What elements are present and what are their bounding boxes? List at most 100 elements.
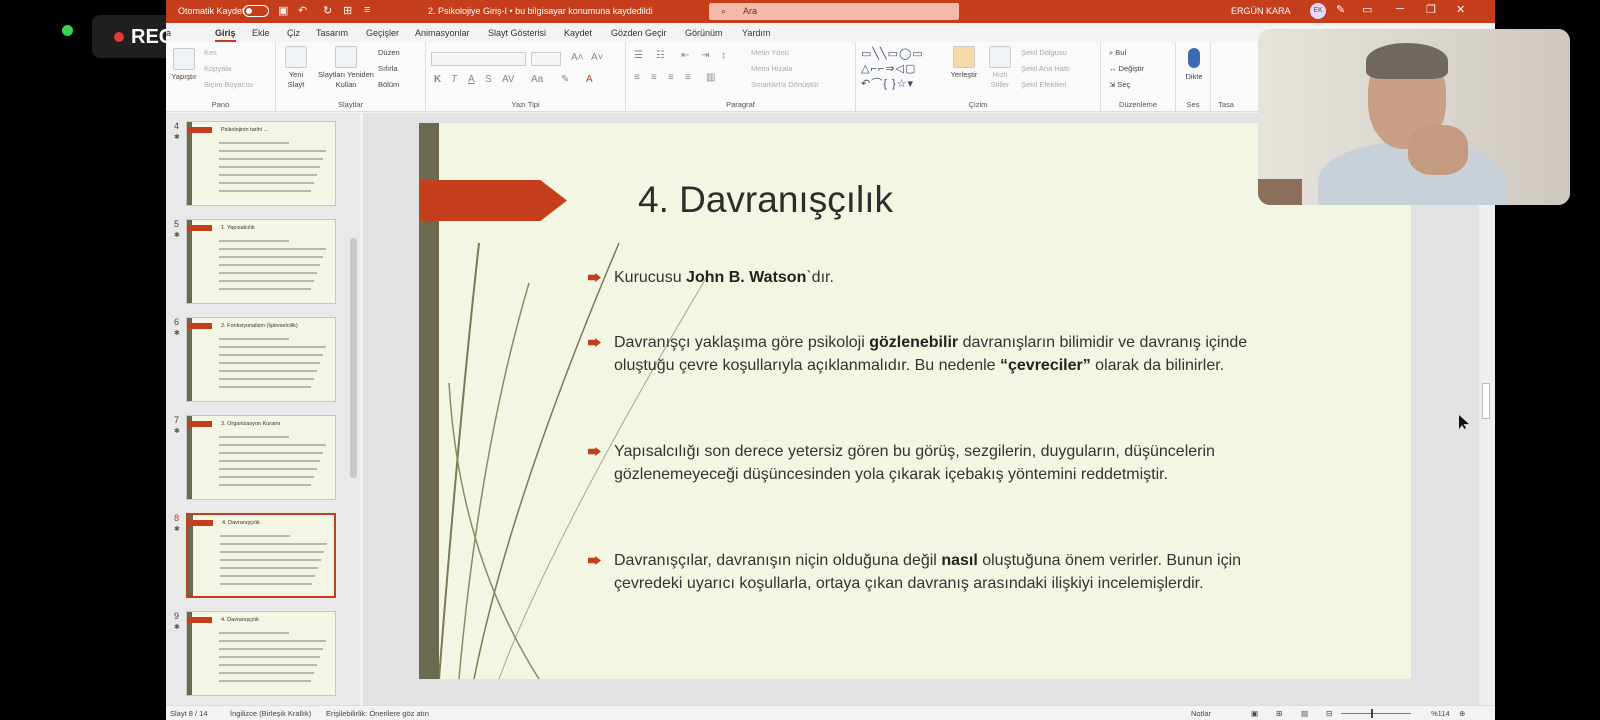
undo-icon[interactable]: ↶ [298,4,307,17]
zoom-slider-thumb[interactable] [1371,709,1373,718]
justify-icon[interactable]: ≡ [685,72,691,83]
tab-insert[interactable]: Ekle [252,28,270,38]
bullet-bold-run: nasıl [941,552,978,569]
tab-transitions[interactable]: Geçişler [366,28,399,38]
slide-title[interactable]: 4. Davranışçılık [638,179,893,221]
slide-thumbnail[interactable]: 1. Yapısalcılık [186,219,336,304]
shrink-font-icon[interactable]: A˅ [591,52,604,63]
layout-button[interactable]: Düzen [378,48,400,57]
case-icon[interactable]: Aa [531,74,543,85]
line-spacing-icon[interactable]: ↕ [721,50,726,61]
numbering-icon[interactable]: ☷ [656,50,665,61]
font-name-box[interactable] [431,52,526,66]
align-center-icon[interactable]: ≡ [651,72,657,83]
shape-outline-button[interactable]: Şekil Ana Hattı [1021,64,1070,73]
accessibility-indicator[interactable]: Erişilebilirlik: Önerilere göz atın [326,709,429,718]
close-icon[interactable]: ✕ [1456,3,1465,16]
slide-thumbnail[interactable]: Psikolojinin tarihi ... [186,121,336,206]
shapes-gallery[interactable]: ▭╲╲▭◯▭ △⌐⌐⇒◁▢ ↶⌒{ }☆▾ [861,47,941,92]
tab-record[interactable]: Kaydet [564,28,592,38]
slide-scroll-thumb[interactable] [1482,383,1490,419]
dictate-button[interactable]: Dikte [1180,48,1208,81]
new-slide-button[interactable]: Yeni Slayt [282,46,310,90]
tab-file[interactable]: a [166,28,171,38]
highlight-icon[interactable]: ✎ [561,74,569,85]
tab-view[interactable]: Görünüm [685,28,723,38]
editing-group: ⌕ Bul ↔ Değiştir ⇲ Seç Düzenleme [1101,42,1176,112]
replace-button[interactable]: ↔ Değiştir [1109,64,1144,73]
format-painter-button[interactable]: Biçim Boyacısı [204,80,253,89]
grow-font-icon[interactable]: A˄ [571,52,584,63]
pen-icon[interactable]: ✎ [1336,3,1345,16]
select-button[interactable]: ⇲ Seç [1109,80,1130,89]
find-button[interactable]: ⌕ Bul [1109,48,1126,58]
reset-button[interactable]: Sıfırla [378,64,398,73]
language-indicator[interactable]: İngilizce (Birleşik Krallık) [230,709,311,718]
text-direction-button[interactable]: Metin Yönü [751,48,789,57]
align-right-icon[interactable]: ≡ [668,72,674,83]
decrease-indent-icon[interactable]: ⇤ [681,50,689,61]
editing-group-label: Düzenleme [1119,100,1157,109]
align-text-button[interactable]: Metni Hizala [751,64,792,73]
bullets-icon[interactable]: ☰ [634,50,643,61]
section-button[interactable]: Bölüm [378,80,399,89]
normal-view-icon[interactable]: ▣ [1251,709,1258,718]
slide-bullet[interactable]: Kurucusu John B. Watson`dır. [614,266,1254,289]
fit-to-window-icon[interactable]: ⊕ [1459,709,1465,718]
redo-icon[interactable]: ↻ [323,4,332,17]
thumbnails-scroll-thumb[interactable] [350,238,357,478]
slide-bullet[interactable]: Yapısalcılığı son derece yetersiz gören … [614,440,1254,486]
increase-indent-icon[interactable]: ⇥ [701,50,709,61]
avatar[interactable]: EK [1310,3,1326,19]
document-title[interactable]: 2. Psikolojiye Giriş-I • bu bilgisayar k… [428,6,653,16]
tab-help[interactable]: Yardım [742,28,770,38]
bold-icon[interactable]: K [434,74,441,85]
smartart-button[interactable]: SmartArt'a Dönüştür [751,80,819,89]
slide-thumbnail[interactable]: 2. Fonksiyonalizm (İşlevselcilik) [186,317,336,402]
shape-effects-button[interactable]: Şekil Efektleri [1021,80,1066,89]
tab-animations[interactable]: Animasyonlar [415,28,470,38]
notes-button[interactable]: Notlar [1191,709,1211,718]
zoom-slider[interactable] [1341,713,1411,714]
customize-toolbar-icon[interactable]: ≡ [364,4,370,16]
font-size-box[interactable] [531,52,561,66]
font-color-icon[interactable]: A [586,74,593,85]
strikethrough-icon[interactable]: S [485,74,492,85]
slide-thumbnail[interactable]: 3. Organizasyon Kuramı [186,415,336,500]
reuse-slides-button[interactable]: Slaytları Yeniden Kullan [318,46,374,90]
thumbnail-text-line [219,158,323,160]
tab-slideshow[interactable]: Slayt Gösterisi [488,28,546,38]
reading-view-icon[interactable]: ▤ [1301,709,1308,718]
current-slide[interactable]: 4. Davranışçılık Kurucusu John B. Watson… [419,123,1411,679]
columns-icon[interactable]: ▥ [706,72,715,83]
search-box[interactable]: ⌕ Ara [709,3,959,20]
copy-button[interactable]: Kopyala [204,64,231,73]
arrange-button[interactable]: Yerleştir [948,46,980,79]
cut-button[interactable]: Kes [204,48,217,57]
zoom-level[interactable]: %114 [1431,709,1450,718]
slide-sorter-icon[interactable]: ⊞ [1276,709,1282,718]
quick-styles-button[interactable]: Hızlı Stiller [984,46,1016,90]
slideshow-icon[interactable]: ⊟ [1326,709,1332,718]
slide-thumbnail[interactable]: 4. Davranışçılık [186,513,336,598]
present-icon[interactable]: ⊞ [343,4,352,17]
ribbon-display-icon[interactable]: ▭ [1362,3,1372,16]
shape-fill-button[interactable]: Şekil Dolgusu [1021,48,1067,57]
maximize-icon[interactable]: ❐ [1426,3,1436,16]
save-icon[interactable]: ▣ [278,4,288,17]
align-left-icon[interactable]: ≡ [634,72,640,83]
underline-icon[interactable]: A [468,74,475,85]
tab-draw[interactable]: Çiz [287,28,300,38]
italic-icon[interactable]: T [451,74,457,85]
tab-design[interactable]: Tasarım [316,28,348,38]
tab-home[interactable]: Giriş [215,28,236,42]
spacing-icon[interactable]: AV [502,74,515,85]
slide-thumbnail[interactable]: 4. Davranışçılık [186,611,336,696]
slide-bullet[interactable]: Davranışçılar, davranışın niçin olduğuna… [614,549,1254,595]
tab-review[interactable]: Gözden Geçir [611,28,667,38]
paste-button[interactable]: Yapıştır [170,48,198,81]
thumbnails-scrollbar[interactable] [348,113,358,703]
autosave-toggle[interactable] [243,5,269,17]
slide-bullet[interactable]: Davranışçı yaklaşıma göre psikoloji gözl… [614,331,1254,377]
minimize-icon[interactable]: ─ [1396,3,1404,15]
